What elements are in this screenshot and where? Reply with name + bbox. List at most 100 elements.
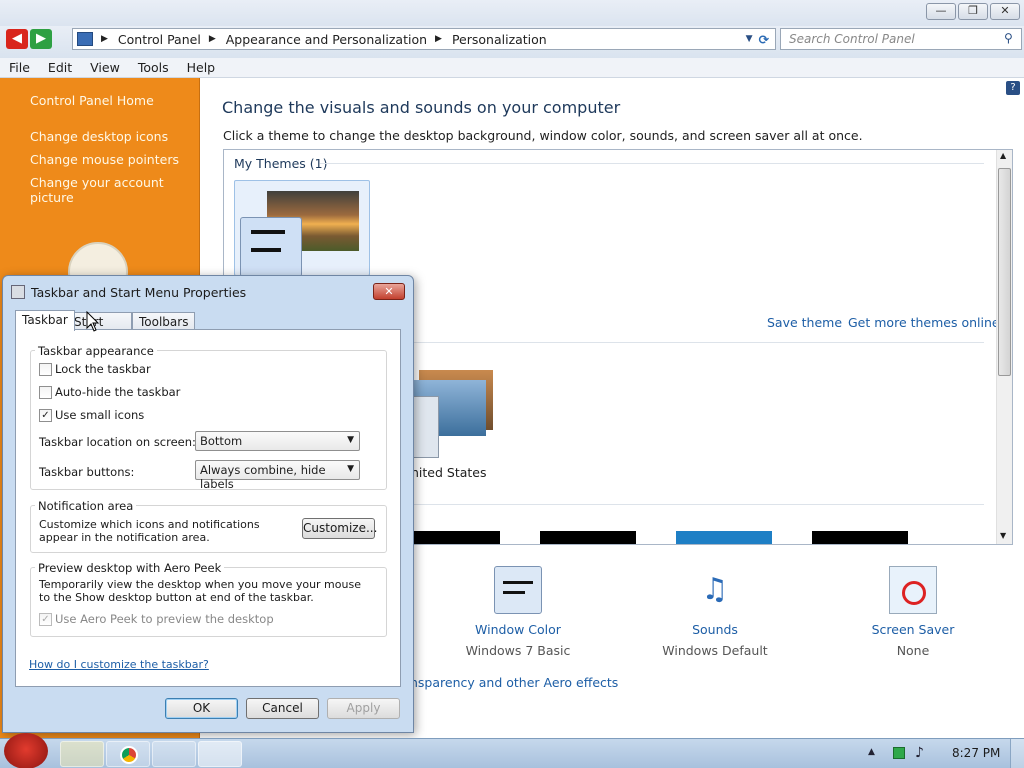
address-row: ◀ ▶ ▶ Control Panel ▶ Appearance and Per… (0, 26, 1024, 58)
maximize-button[interactable]: ❐ (958, 3, 988, 20)
menu-edit[interactable]: Edit (39, 58, 81, 77)
sounds-title[interactable]: Sounds (655, 622, 775, 637)
taskbar-properties-dialog: Taskbar and Start Menu Properties ✕ Task… (2, 275, 414, 733)
location-label: Taskbar location on screen: (39, 435, 196, 449)
sounds-value: Windows Default (662, 643, 768, 658)
notification-area-text: Customize which icons and notifications … (39, 518, 260, 544)
location-select[interactable]: Bottom ▼ (195, 431, 360, 451)
dialog-close-button[interactable]: ✕ (373, 283, 405, 300)
taskbar-properties-taskbar-button[interactable] (198, 741, 242, 767)
autohide-label[interactable]: Auto-hide the taskbar (55, 385, 180, 399)
window-color-item[interactable]: Window Color Windows 7 Basic (458, 566, 578, 658)
page-title: Change the visuals and sounds on your co… (222, 98, 621, 117)
save-theme-link[interactable]: Save theme (767, 315, 842, 330)
paint-taskbar-button[interactable] (152, 741, 196, 767)
window-color-icon (494, 566, 542, 614)
aero-peek-text: Temporarily view the desktop when you mo… (39, 578, 361, 604)
location-select-value: Bottom (200, 434, 243, 448)
notification-area-label: Notification area (35, 499, 137, 513)
chevron-down-icon: ▼ (347, 464, 354, 474)
get-more-themes-link[interactable]: Get more themes online (848, 315, 1000, 330)
control-panel-icon (77, 32, 93, 46)
window-color-value: Windows 7 Basic (465, 643, 571, 658)
scroll-up-icon[interactable]: ▲ (1000, 151, 1006, 160)
color-swatch-blue[interactable] (676, 531, 772, 544)
menu-view[interactable]: View (81, 58, 129, 77)
taskbar-appearance-label: Taskbar appearance (35, 344, 157, 358)
minimize-button[interactable]: — (926, 3, 956, 20)
scrollbar-thumb[interactable] (998, 168, 1011, 376)
close-button[interactable]: ✕ (990, 3, 1020, 20)
theme-window-preview (240, 217, 302, 277)
chevron-down-icon: ▼ (347, 435, 354, 445)
customize-button[interactable]: Customize... (302, 518, 377, 539)
lock-taskbar-checkbox[interactable] (39, 363, 52, 376)
menu-help[interactable]: Help (178, 58, 225, 77)
taskbar-buttons-label: Taskbar buttons: (39, 465, 135, 479)
screen-saver-icon (889, 566, 937, 614)
color-swatch-black[interactable] (410, 531, 500, 544)
tab-taskbar[interactable]: Taskbar (15, 310, 75, 331)
taskbar-buttons-select[interactable]: Always combine, hide labels ▼ (195, 460, 360, 491)
network-icon[interactable] (893, 747, 905, 759)
my-themes-header: My Themes (1) (234, 156, 328, 171)
small-icons-checkbox[interactable]: ✓ (39, 409, 52, 422)
back-button[interactable]: ◀ (6, 29, 28, 49)
aero-peek-checkbox[interactable]: ✓ (39, 613, 52, 626)
menu-file[interactable]: File (0, 58, 39, 77)
taskbar: ▲ ♪ 8:27 PM (0, 733, 1024, 768)
search-icon[interactable]: ⚲ (1004, 31, 1013, 45)
forward-button[interactable]: ▶ (30, 29, 52, 49)
refresh-icon[interactable]: ⟳ (759, 32, 769, 47)
clock[interactable]: 8:27 PM (952, 746, 1000, 760)
window-color-title[interactable]: Window Color (458, 622, 578, 637)
tray-expand-icon[interactable]: ▲ (868, 747, 875, 757)
ok-button[interactable]: OK (165, 698, 238, 719)
scroll-down-icon[interactable]: ▼ (1000, 531, 1006, 540)
sounds-item[interactable]: ♫ Sounds Windows Default (655, 566, 775, 658)
sidebar-item-desktop-icons[interactable]: Change desktop icons (30, 129, 168, 144)
menu-tools[interactable]: Tools (129, 58, 178, 77)
breadcrumb-control-panel[interactable]: Control Panel (118, 32, 201, 47)
aero-effects-link[interactable]: nsparency and other Aero effects (410, 675, 618, 690)
help-link[interactable]: How do I customize the taskbar? (29, 658, 209, 671)
show-desktop-button[interactable] (1010, 739, 1024, 768)
chrome-taskbar-button[interactable] (106, 741, 150, 767)
start-button[interactable] (4, 733, 48, 768)
sounds-icon: ♫ (701, 572, 729, 607)
cancel-button[interactable]: Cancel (246, 698, 319, 719)
address-bar[interactable]: ▶ Control Panel ▶ Appearance and Persona… (72, 28, 776, 50)
breadcrumb-separator: ▶ (101, 34, 108, 44)
taskbar-properties-icon (11, 285, 25, 299)
chrome-icon (120, 746, 138, 764)
aero-peek-check-label[interactable]: Use Aero Peek to preview the desktop (55, 612, 274, 626)
apply-button[interactable]: Apply (327, 698, 400, 719)
chevron-down-icon[interactable]: ▼ (746, 34, 753, 44)
screen-saver-item[interactable]: Screen Saver None (853, 566, 973, 658)
lock-taskbar-label[interactable]: Lock the taskbar (55, 362, 151, 376)
breadcrumb-separator: ▶ (208, 34, 216, 44)
mouse-pointer-icon (86, 311, 100, 332)
screen-saver-title[interactable]: Screen Saver (853, 622, 973, 637)
theme-tile-selected[interactable] (234, 180, 370, 277)
autohide-checkbox[interactable] (39, 386, 52, 399)
sidebar-item-mouse-pointers[interactable]: Change mouse pointers (30, 152, 179, 167)
breadcrumb-appearance[interactable]: Appearance and Personalization (226, 32, 427, 47)
breadcrumb-separator: ▶ (435, 34, 442, 44)
menu-bar: File Edit View Tools Help (0, 58, 1024, 78)
sidebar-item-account-picture[interactable]: Change your account picture (30, 175, 199, 205)
color-swatch-black[interactable] (812, 531, 908, 544)
volume-icon[interactable]: ♪ (915, 745, 924, 761)
page-subtitle: Click a theme to change the desktop back… (223, 128, 863, 143)
small-icons-label[interactable]: Use small icons (55, 408, 144, 422)
explorer-taskbar-button[interactable] (60, 741, 104, 767)
color-swatch-black[interactable] (540, 531, 636, 544)
help-icon[interactable]: ? (1006, 81, 1020, 95)
divider (320, 163, 984, 164)
screen-saver-value: None (896, 643, 930, 658)
search-input[interactable]: Search Control Panel (780, 28, 1022, 50)
breadcrumb-personalization[interactable]: Personalization (452, 32, 547, 47)
theme-label: nited States (411, 465, 487, 480)
window-title-bar: — ❐ ✕ (0, 0, 1024, 26)
sidebar-item-home[interactable]: Control Panel Home (30, 93, 154, 108)
